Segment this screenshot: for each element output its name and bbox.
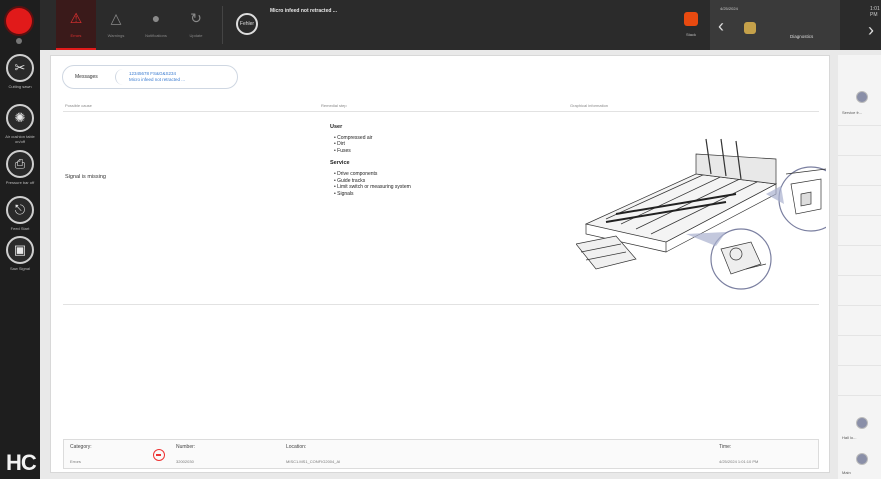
update-icon: ↻ (190, 10, 202, 26)
status-dot-icon[interactable] (856, 453, 868, 465)
lamp-label: Stack (685, 32, 696, 37)
signal-icon[interactable]: ▣ (6, 236, 34, 264)
machine-illustration (576, 138, 826, 290)
status-message[interactable]: Micro infeed not retracted ... (270, 8, 337, 14)
status-badge: Fehler (236, 13, 258, 35)
location-value: MISC1.MS1_CONFIG2004_AI (286, 459, 341, 464)
tab-notifications[interactable]: ● Notifications (136, 0, 176, 50)
error-category-icon (153, 449, 165, 461)
status-dot-icon[interactable] (856, 91, 868, 103)
category-label: Category: (70, 444, 92, 450)
info-icon: ● (151, 10, 161, 26)
list-item: Guide tracks (334, 178, 411, 185)
remedy-user-title: User (330, 124, 343, 130)
remedy-service-title: Service (330, 160, 350, 167)
error-icon: ⚠ (69, 10, 83, 26)
location-label: Location: (286, 444, 307, 450)
emergency-stop-button[interactable] (6, 8, 32, 34)
divider (838, 395, 881, 396)
tab-label: Notifications (145, 33, 167, 38)
remedy-service-list: Drive components Guide tracks Limit swit… (334, 171, 411, 197)
list-item[interactable]: Main (842, 470, 851, 475)
list-item[interactable]: Hall lo... (842, 435, 856, 440)
column-header-graphic: Graphical information (570, 103, 609, 108)
divider (838, 155, 881, 156)
hand-icon (744, 22, 756, 34)
sidebar-item-label: Pressure bar off (5, 180, 35, 185)
list-item: Compressed air (334, 135, 411, 142)
divider (63, 111, 819, 112)
breadcrumb-code[interactable]: 12345678 FS&G&S234 (129, 71, 176, 76)
time-value: 4/25/2024 1:01:10 PM (719, 459, 759, 464)
status-dot (16, 38, 22, 44)
message-detail-panel: Messages 12345678 FS&G&S234 Micro infeed… (50, 55, 830, 473)
saw-icon[interactable]: ✂ (6, 54, 34, 82)
divider (838, 305, 881, 306)
fan-icon[interactable]: ✺ (6, 104, 34, 132)
remedy-user-list: Compressed air Dirt Fuses (334, 135, 411, 155)
top-bar: ⚠ Errors △ Warnings ● Notifications ↻ Up… (40, 0, 881, 50)
divider (222, 6, 223, 44)
divider (838, 125, 881, 126)
list-item: Limit switch or measuring system (334, 184, 411, 191)
breadcrumb[interactable]: Messages 12345678 FS&G&S234 Micro infeed… (62, 65, 238, 89)
list-item: Fuses (334, 148, 411, 155)
breadcrumb-messages[interactable]: Messages (75, 74, 98, 80)
number-label: Number: (176, 444, 196, 450)
list-item: Dirt (334, 141, 411, 148)
divider (838, 335, 881, 336)
chevron-right-icon[interactable]: › (868, 20, 874, 41)
divider (838, 275, 881, 276)
lamp-icon (684, 12, 698, 26)
diagnostics-label: Diagnostics (790, 34, 814, 39)
cause-text: Signal is missing (65, 174, 106, 180)
tab-label: Warnings (107, 33, 125, 38)
sidebar-item-label: Air cushion table on/off (5, 134, 35, 144)
divider (838, 245, 881, 246)
time-label: Time: (719, 444, 732, 450)
divider (838, 365, 881, 366)
diagnostics-nav[interactable]: 4/25/2024 ‹ Diagnostics (710, 0, 840, 50)
sidebar-item-label: Feed Start (10, 226, 30, 231)
message-info-bar: Category: Errors Number: 32002030 Locati… (63, 439, 819, 469)
number-value: 32002030 (176, 459, 194, 464)
remedy-section: User Compressed air Dirt Fuses Service D… (330, 124, 411, 203)
list-item: Drive components (334, 171, 411, 178)
divider (838, 185, 881, 186)
feed-icon[interactable]: ⎋ (6, 196, 34, 224)
divider (115, 69, 129, 85)
column-header-remedy: Remedial step (321, 103, 347, 108)
category-value: Errors (70, 459, 81, 464)
stack-lamp-button[interactable]: Stack (680, 10, 702, 40)
chevron-left-icon[interactable]: ‹ (718, 16, 724, 37)
clock: 1:01 PM (870, 6, 880, 18)
app-window: ✂ Cutting sawn ✺ Air cushion table on/of… (0, 0, 881, 479)
list-item[interactable]: Service fr... (842, 110, 862, 115)
list-item: Signals (334, 191, 411, 198)
divider (838, 215, 881, 216)
warning-icon: △ (110, 10, 122, 26)
tab-warnings[interactable]: △ Warnings (96, 0, 136, 50)
sidebar-item-label: Saw Signal (9, 266, 30, 271)
tab-label: Update (189, 33, 203, 38)
right-pane: Service fr... Hall lo... Main (838, 55, 881, 479)
sidebar-item-label: Cutting sawn (8, 84, 32, 89)
tab-update[interactable]: ↻ Update (176, 0, 216, 50)
left-sidebar: ✂ Cutting sawn ✺ Air cushion table on/of… (0, 0, 40, 479)
status-dot-icon[interactable] (856, 417, 868, 429)
tab-label: Errors (70, 33, 82, 38)
column-header-cause: Possible cause (65, 103, 92, 108)
tab-errors[interactable]: ⚠ Errors (56, 0, 96, 50)
divider (63, 304, 819, 305)
date-label: 4/25/2024 (720, 6, 738, 11)
hc-logo: HC (6, 450, 37, 475)
printer-icon[interactable]: ⎙ (6, 150, 34, 178)
breadcrumb-message[interactable]: Micro infeed not retracted ... (129, 77, 185, 82)
